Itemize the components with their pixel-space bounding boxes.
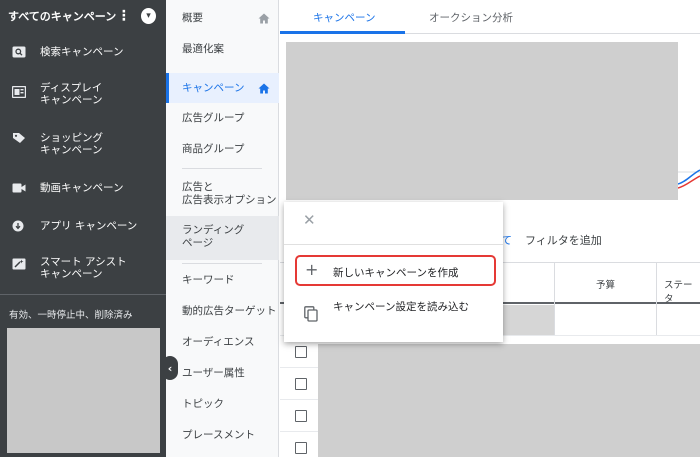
video-icon	[12, 183, 26, 193]
plus-icon: +	[305, 260, 319, 279]
menu-item-recommendations[interactable]: 最適化案	[166, 43, 279, 56]
dropdown-icon[interactable]: ▾	[141, 8, 156, 24]
tab-campaigns[interactable]: キャンペーン	[313, 10, 375, 25]
menu-item-landing-pages[interactable]: ランディング ページ	[166, 224, 279, 250]
page-menu: 概要 最適化案 キャンペーン 広告グループ 商品グループ 広告と 広告表示オプシ…	[166, 0, 279, 457]
menu-item-ad-groups[interactable]: 広告グループ	[166, 112, 279, 125]
sidebar-item-label: 動画キャンペーン	[40, 182, 124, 194]
menu-item-demographics[interactable]: ユーザー属性	[166, 367, 279, 380]
menu-item-ads-extensions[interactable]: 広告と 広告表示オプション	[166, 181, 279, 207]
sidebar-item-smart-assist[interactable]: スマート アシスト キャンペーン	[0, 256, 166, 280]
collapse-sidebar-button[interactable]: ‹	[162, 356, 178, 380]
home-icon[interactable]	[258, 13, 270, 24]
column-divider	[554, 262, 555, 335]
more-options-icon[interactable]: ⋮	[116, 9, 131, 23]
sidebar-item-video[interactable]: 動画キャンペーン	[0, 180, 166, 196]
all-campaigns-header[interactable]: すべてのキャンペーン ⋮ ▾	[0, 0, 166, 32]
tab-auction-insights[interactable]: オークション分析	[429, 10, 513, 25]
menu-separator	[182, 168, 262, 169]
row-checkbox[interactable]	[295, 378, 307, 390]
menu-item-dynamic-ad-targets[interactable]: 動的広告ターゲット	[166, 305, 279, 318]
popup-divider	[284, 244, 503, 245]
smart-assist-icon	[12, 258, 26, 270]
sidebar-item-label: スマート アシスト キャンペーン	[40, 256, 127, 280]
table-rows-placeholder	[318, 344, 700, 457]
menu-item-product-groups[interactable]: 商品グループ	[166, 143, 279, 156]
menu-separator	[182, 263, 262, 264]
load-campaign-settings-label: キャンペーン設定を読み込む	[333, 301, 469, 313]
all-campaigns-title: すべてのキャンペーン	[8, 10, 117, 23]
sidebar-item-search[interactable]: 検索キャンペーン	[0, 44, 166, 60]
column-divider	[656, 262, 657, 335]
display-icon	[12, 86, 26, 98]
menu-item-topics[interactable]: トピック	[166, 398, 279, 411]
chart-line-fragment	[678, 169, 700, 189]
row-checkbox[interactable]	[295, 346, 307, 358]
column-header-status[interactable]: ステータ	[664, 277, 700, 305]
app-icon	[12, 220, 24, 232]
campaign-list-placeholder	[7, 328, 160, 453]
home-icon[interactable]	[258, 83, 270, 94]
sidebar-divider	[0, 294, 166, 295]
search-icon	[12, 46, 26, 58]
load-campaign-settings-button[interactable]: キャンペーン設定を読み込む	[295, 298, 496, 334]
new-campaign-label: 新しいキャンペーンを作成	[333, 267, 459, 279]
campaign-status-filter[interactable]: 有効、一時停止中、削除済み	[9, 307, 133, 321]
create-campaign-menu: ✕ + 新しいキャンペーンを作成 キャンペーン設定を読み込む	[284, 202, 503, 342]
sidebar-item-app[interactable]: アプリ キャンペーン	[0, 218, 166, 234]
sidebar-item-display[interactable]: ディスプレイ キャンペーン	[0, 82, 166, 106]
sidebar-item-label: 検索キャンペーン	[40, 46, 124, 58]
row-checkbox[interactable]	[295, 410, 307, 422]
sidebar-item-label: ショッピング キャンペーン	[40, 132, 103, 156]
menu-item-keywords[interactable]: キーワード	[166, 274, 279, 287]
sidebar-item-label: ディスプレイ キャンペーン	[40, 82, 103, 106]
add-filter-button[interactable]: フィルタを追加	[525, 232, 602, 248]
campaign-type-sidebar: すべてのキャンペーン ⋮ ▾ 検索キャンペーン ディスプレイ キャンペーン ショ…	[0, 0, 166, 457]
menu-item-placements[interactable]: プレースメント	[166, 429, 279, 442]
sidebar-item-shopping[interactable]: ショッピング キャンペーン	[0, 132, 166, 156]
row-checkbox[interactable]	[295, 442, 307, 454]
column-header-budget[interactable]: 予算	[596, 277, 615, 291]
performance-chart-placeholder	[286, 42, 678, 200]
sidebar-item-label: アプリ キャンペーン	[40, 220, 138, 232]
shopping-tag-icon	[13, 133, 25, 143]
close-icon[interactable]: ✕	[303, 212, 316, 228]
menu-item-audiences[interactable]: オーディエンス	[166, 336, 279, 349]
tab-bar: キャンペーン オークション分析	[280, 0, 700, 34]
new-campaign-button[interactable]: + 新しいキャンペーンを作成	[295, 255, 496, 286]
copy-icon	[304, 306, 318, 322]
active-tab-indicator	[280, 31, 405, 34]
